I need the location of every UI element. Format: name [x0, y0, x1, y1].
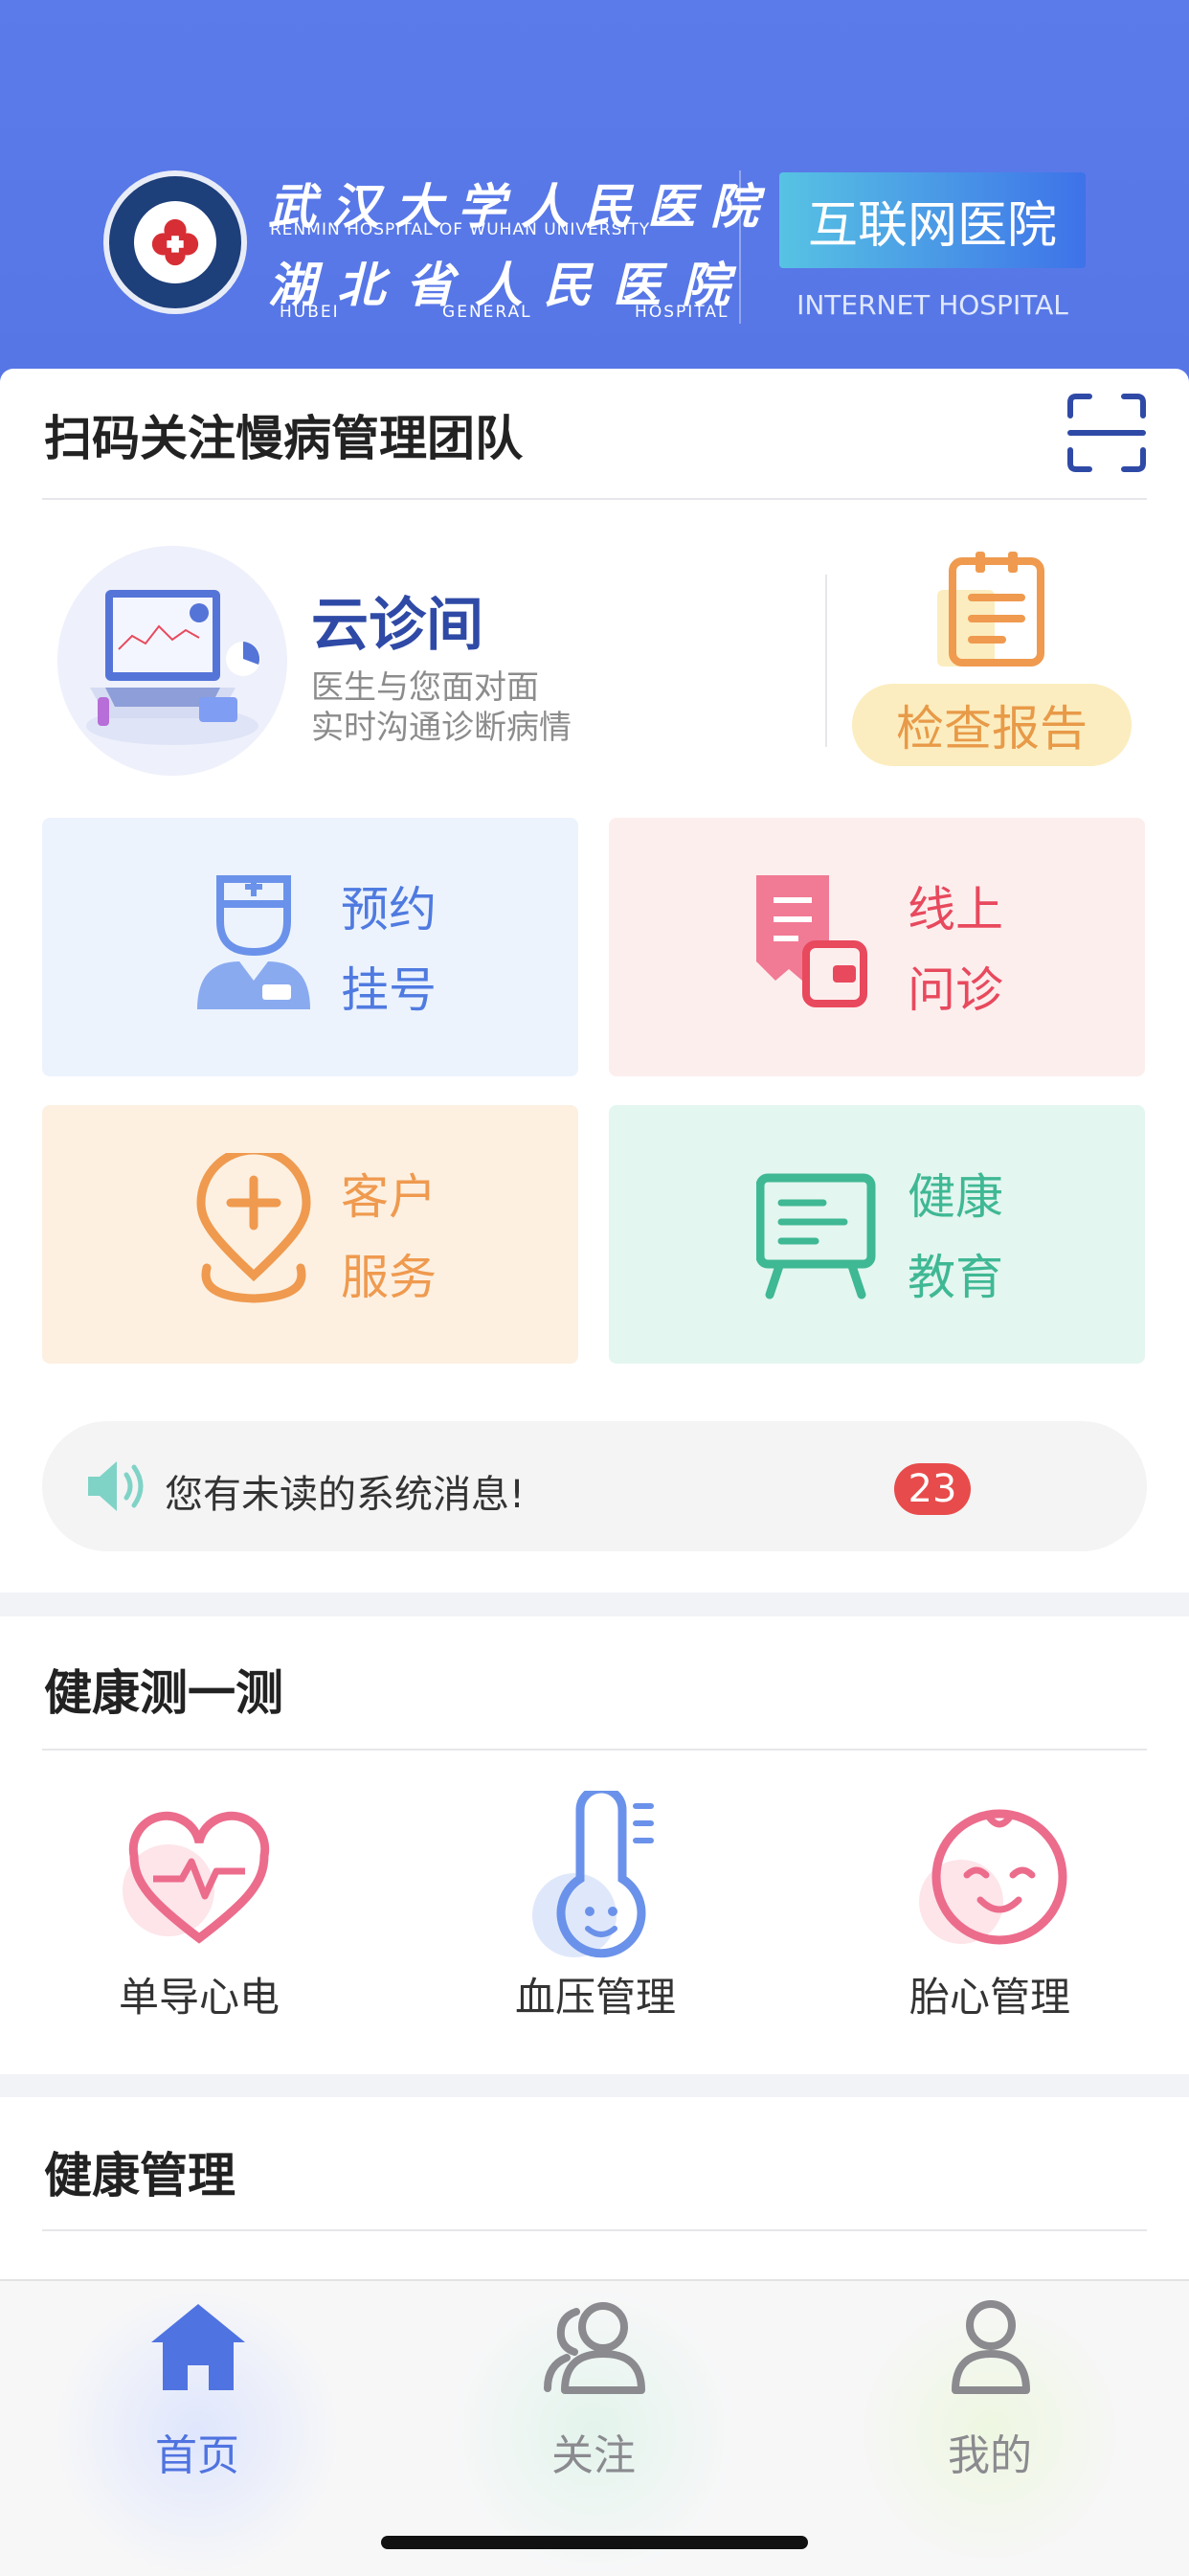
customer-service-icon	[196, 1153, 311, 1303]
scan-icon[interactable]	[1066, 393, 1147, 473]
speaker-icon	[88, 1461, 144, 1511]
header-divider	[739, 170, 741, 324]
user-icon	[952, 2300, 1030, 2394]
tab-mine-label: 我的	[948, 2431, 1032, 2480]
health-check-title: 健康测一测	[44, 1665, 283, 1721]
education-board-icon	[756, 1173, 876, 1299]
health-management-title: 健康管理	[44, 2148, 236, 2203]
heart-ecg-icon	[123, 1811, 270, 1944]
tile-customer-service-line1: 客户	[341, 1169, 437, 1225]
check-report-button[interactable]: 检查报告	[852, 684, 1132, 766]
hospital-header: 武汉大学人民医院 RENMIN HOSPITAL OF WUHAN UNIVER…	[0, 0, 1189, 383]
tile-online-consult-line1: 线上	[908, 882, 1003, 938]
hospital-name-en-2: HUBEI GENERAL HOSPITAL	[280, 303, 729, 322]
health-item-blood-pressure-label: 血压管理	[514, 1974, 676, 2021]
home-indicator[interactable]	[381, 2536, 808, 2549]
system-message-text: 您有未读的系统消息!	[165, 1473, 526, 1517]
online-consult-icon	[756, 875, 867, 1007]
vertical-divider	[825, 575, 827, 747]
tile-online-consult-line2: 问诊	[908, 962, 1003, 1018]
divider	[42, 1749, 1147, 1751]
tab-home-label: 首页	[155, 2431, 239, 2480]
clipboard-icon	[937, 552, 1044, 667]
tile-health-education-line2: 教育	[908, 1250, 1003, 1305]
tile-appointment-line2: 挂号	[341, 962, 437, 1018]
divider	[42, 498, 1147, 500]
red-cross-flower-icon	[151, 218, 199, 266]
home-icon	[151, 2304, 245, 2390]
tile-customer-service-line2: 服务	[341, 1250, 437, 1305]
cloud-clinic-title: 云诊间	[311, 592, 483, 659]
divider	[42, 2229, 1147, 2231]
health-item-ecg-label: 单导心电	[118, 1974, 280, 2021]
tab-follow-label: 关注	[551, 2431, 636, 2480]
health-item-fetal-heart-label: 胎心管理	[909, 1974, 1070, 2021]
baby-face-icon	[919, 1809, 1067, 1945]
scan-follow-title[interactable]: 扫码关注慢病管理团队	[44, 400, 523, 469]
thermometer-icon	[532, 1791, 654, 1958]
tile-online-consult[interactable]	[609, 818, 1145, 1076]
cloud-clinic-subtitle-2: 实时沟通诊断病情	[311, 709, 572, 747]
hospital-name-en-1: RENMIN HOSPITAL OF WUHAN UNIVERSITY	[270, 220, 651, 239]
laptop-illustration-icon	[57, 546, 287, 776]
internet-hospital-en: INTERNET HOSPITAL	[796, 289, 1068, 321]
hospital-seal-logo	[103, 170, 247, 314]
unread-count-badge: 23	[894, 1463, 971, 1515]
tile-appointment-line1: 预约	[341, 882, 437, 938]
internet-hospital-badge: 互联网医院	[779, 172, 1086, 268]
doctor-icon	[197, 875, 310, 1009]
users-icon	[544, 2302, 645, 2394]
tile-health-education-line1: 健康	[908, 1169, 1003, 1225]
